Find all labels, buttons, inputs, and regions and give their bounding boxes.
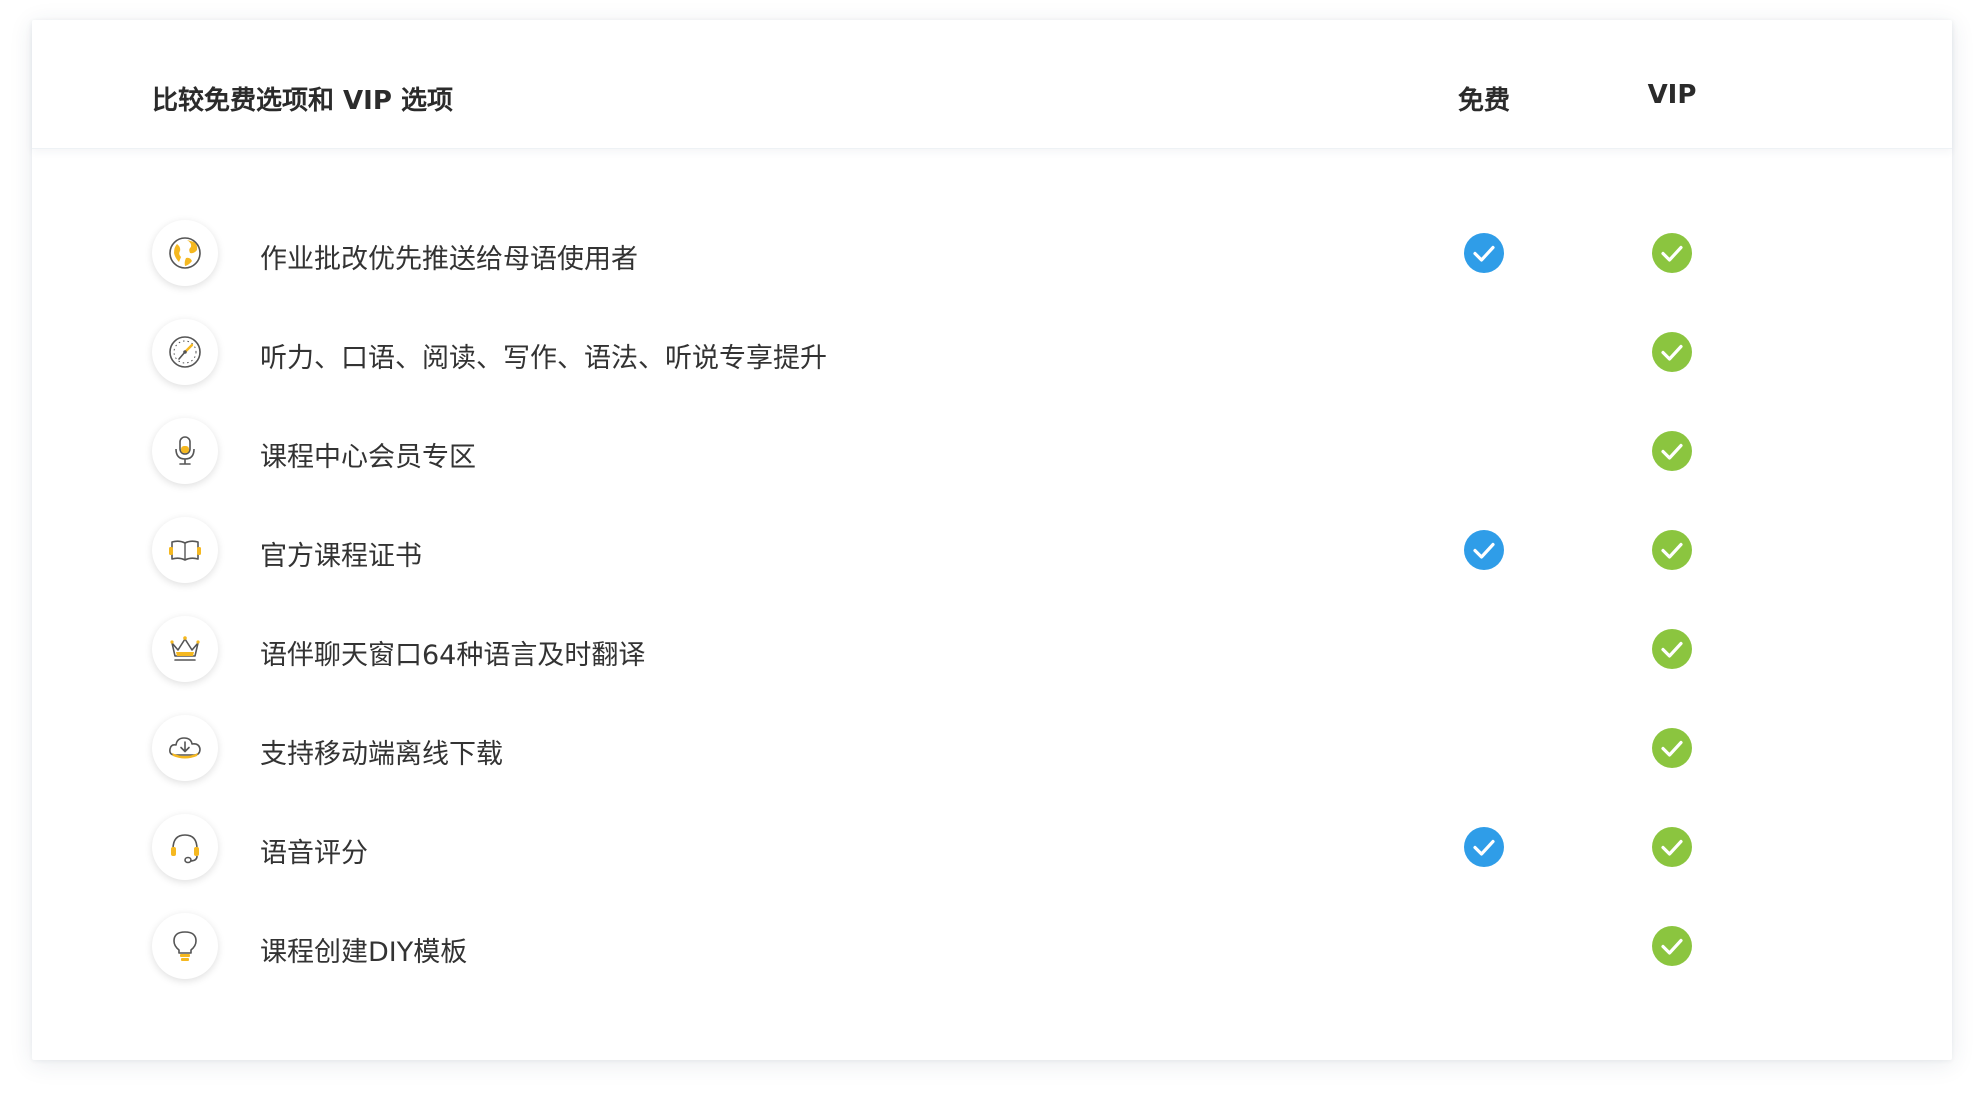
book-icon [152, 517, 218, 583]
feature-row: 作业批改优先推送给母语使用者 [32, 207, 1952, 306]
feature-label: 作业批改优先推送给母语使用者 [260, 244, 638, 275]
vip-check-icon [1652, 827, 1692, 867]
vip-check-icon [1652, 332, 1692, 372]
microphone-icon [152, 418, 218, 484]
feature-label: 课程中心会员专区 [260, 442, 476, 473]
feature-row: 课程创建DIY模板 [32, 900, 1952, 999]
comparison-title: 比较免费选项和 VIP 选项 [152, 86, 453, 116]
free-check-icon [1464, 233, 1504, 273]
feature-row: 听力、口语、阅读、写作、语法、听说专享提升 [32, 306, 1952, 405]
feature-label: 语伴聊天窗口64种语言及时翻译 [260, 640, 646, 671]
feature-row: 官方课程证书 [32, 504, 1952, 603]
cloud-download-icon [152, 715, 218, 781]
vip-column-header: VIP [1647, 80, 1697, 110]
lightbulb-icon [152, 913, 218, 979]
feature-label: 官方课程证书 [260, 541, 422, 572]
feature-row: 语伴聊天窗口64种语言及时翻译 [32, 603, 1952, 702]
feature-label: 语音评分 [260, 838, 368, 869]
vip-check-icon [1652, 728, 1692, 768]
crown-icon [152, 616, 218, 682]
feature-label: 课程创建DIY模板 [260, 937, 468, 968]
vip-check-icon [1652, 530, 1692, 570]
globe-icon [152, 220, 218, 286]
feature-label: 听力、口语、阅读、写作、语法、听说专享提升 [260, 343, 827, 374]
free-column-header: 免费 [1457, 86, 1510, 116]
feature-row: 语音评分 [32, 801, 1952, 900]
comparison-card: 比较免费选项和 VIP 选项 免费 VIP 作业批改优先推送给母语使用者 听力、… [32, 20, 1952, 1060]
vip-check-icon [1652, 629, 1692, 669]
vip-check-icon [1652, 431, 1692, 471]
headset-icon [152, 814, 218, 880]
feature-row: 课程中心会员专区 [32, 405, 1952, 504]
vip-check-icon [1652, 926, 1692, 966]
comparison-header: 比较免费选项和 VIP 选项 免费 VIP [32, 20, 1952, 149]
vip-check-icon [1652, 233, 1692, 273]
compass-icon [152, 319, 218, 385]
feature-row: 支持移动端离线下载 [32, 702, 1952, 801]
free-check-icon [1464, 827, 1504, 867]
feature-label: 支持移动端离线下载 [260, 739, 503, 770]
free-check-icon [1464, 530, 1504, 570]
